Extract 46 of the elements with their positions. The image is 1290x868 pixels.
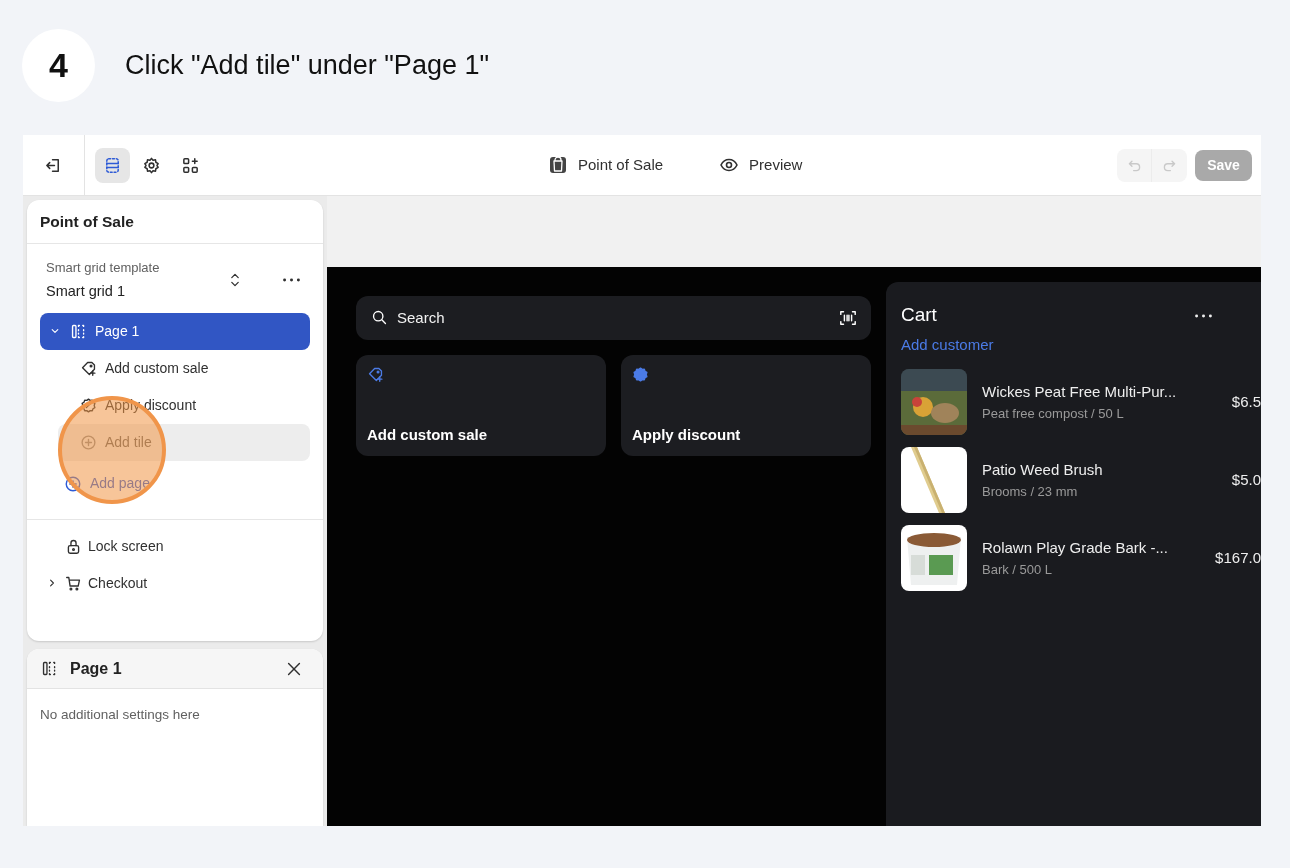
discount-icon [632,366,649,383]
tile-button[interactable]: Apply discount [621,355,871,456]
tree-item[interactable]: Page 1 [40,312,310,350]
empty-message: No additional settings here [39,706,201,724]
tree-item[interactable]: Add custom sale [58,349,310,387]
plus-circle-icon [80,433,97,451]
product-name: Wickes Peat Free Multi-Pur... [982,382,1178,402]
tree-item[interactable]: Lock screen [27,527,323,565]
product-name: Rolawn Play Grade Bark -... [982,538,1169,558]
product-price: $5.0 [1231,469,1261,490]
tree-item[interactable]: Checkout [27,564,323,602]
add-customer-link[interactable]: Add customer [901,336,994,353]
step-instruction: Click "Add tile" under "Page 1" [125,49,490,83]
tile-button[interactable]: Add custom sale [356,355,606,456]
page-layout-icon [70,322,87,340]
sections-icon [103,155,122,175]
barcode-scan-icon [839,309,857,327]
search-icon [371,309,388,326]
template-value: Smart grid 1 [46,281,126,301]
panel-title: Point of Sale [27,200,323,245]
more-icon [283,278,300,283]
sections-button[interactable] [95,147,130,183]
shopping-bag-icon [548,155,568,175]
field-label: Smart grid template [46,259,161,278]
step-number: 4 [22,29,95,102]
search-field[interactable]: Search [356,296,871,340]
cart-icon [65,574,82,592]
plus-circle-icon [64,474,82,493]
product-price: $167.0 [1215,547,1261,568]
gear-icon [142,155,161,175]
product-price: $6.5 [1231,391,1261,412]
product-variant: Bark / 500 L [982,560,1054,579]
tag-icon [80,359,97,377]
page-layout-icon [41,660,58,677]
product-name: Patio Weed Brush [982,460,1104,480]
apps-icon [181,155,200,175]
preview-button[interactable]: Preview [719,153,803,177]
discount-icon [80,396,97,414]
tag-icon [367,366,384,383]
app-title-button[interactable]: Point of Sale [548,153,664,177]
lock-icon [65,537,82,555]
product-variant: Brooms / 23 mm [982,482,1079,501]
panel-title: Page 1 [70,658,123,679]
product-variant: Peat free compost / 50 L [982,404,1125,423]
cart-title: Cart [901,303,938,328]
more-icon [1195,313,1212,318]
